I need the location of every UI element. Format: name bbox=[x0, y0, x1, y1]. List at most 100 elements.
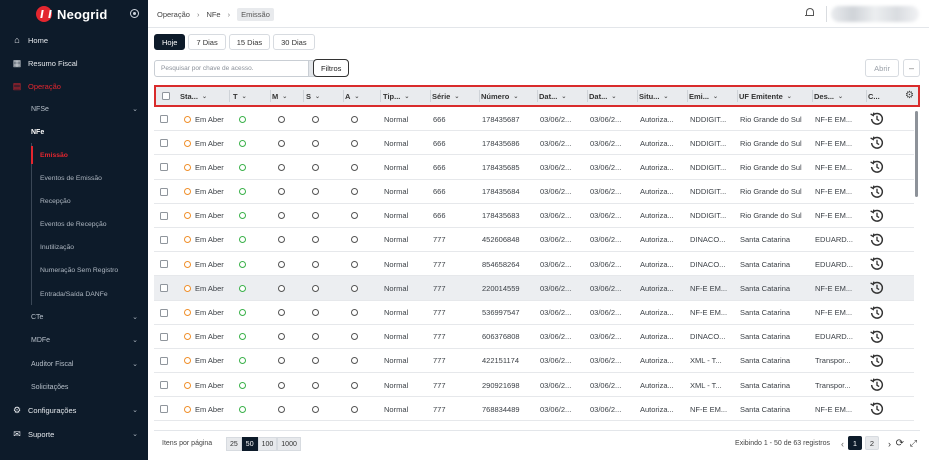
table-row[interactable]: Em Aber Normal 777 606376808 03/06/2... 03/06… bbox=[154, 324, 920, 349]
table-row[interactable]: Em Aber Normal 666 178435685 03/06/2... 03/06… bbox=[154, 155, 920, 180]
chevron-down-icon[interactable]: ⌄ bbox=[315, 93, 320, 100]
column-header-uf-emitente[interactable]: UF Emitente ⌄ bbox=[739, 87, 813, 105]
sidebar-item-nfse[interactable]: NFSe ⌄ bbox=[0, 99, 148, 119]
column-header-situacao[interactable]: Situ... ⌄ bbox=[639, 87, 688, 105]
row-checkbox[interactable] bbox=[160, 276, 174, 300]
column-header-numero[interactable]: Número ⌄ bbox=[481, 87, 538, 105]
history-icon[interactable] bbox=[869, 276, 885, 300]
chevron-down-icon[interactable]: ⌄ bbox=[713, 93, 718, 100]
tab-30-dias[interactable]: 30 Dias bbox=[273, 34, 315, 50]
column-header-tipo-doc[interactable]: T ⌄ bbox=[233, 87, 271, 105]
chevron-down-icon[interactable]: ⌄ bbox=[454, 93, 459, 100]
scrollbar[interactable] bbox=[914, 107, 920, 430]
sidebar-item-resumo-fiscal[interactable]: ▦ Resumo Fiscal bbox=[0, 53, 148, 73]
chevron-down-icon[interactable]: ⌄ bbox=[404, 93, 409, 100]
history-icon[interactable] bbox=[869, 228, 885, 252]
minus-button[interactable]: – bbox=[903, 59, 920, 77]
row-checkbox[interactable] bbox=[160, 228, 174, 252]
chevron-down-icon[interactable]: ⌄ bbox=[354, 93, 359, 100]
page-size-25[interactable]: 25 bbox=[226, 437, 242, 451]
column-header-data-autorizacao[interactable]: Dat... ⌄ bbox=[589, 87, 638, 105]
chevron-down-icon[interactable]: ⌄ bbox=[561, 93, 566, 100]
tab-7-dias[interactable]: 7 Dias bbox=[188, 34, 226, 50]
sidebar-item-eventos-recepcao[interactable]: Eventos de Recepção bbox=[0, 214, 148, 234]
chevron-down-icon[interactable]: ⌄ bbox=[282, 93, 287, 100]
user-menu[interactable] bbox=[831, 6, 919, 22]
history-icon[interactable] bbox=[869, 397, 885, 421]
history-icon[interactable] bbox=[869, 349, 885, 373]
sidebar-item-emissao[interactable]: Emissão bbox=[0, 145, 148, 165]
chevron-down-icon[interactable]: ⌄ bbox=[787, 93, 792, 100]
table-row[interactable]: Em Aber Normal 666 178435684 03/06/2... 03/06… bbox=[154, 179, 920, 204]
pin-sidebar-icon[interactable] bbox=[130, 9, 139, 18]
chevron-down-icon[interactable]: ⌄ bbox=[611, 93, 616, 100]
history-icon[interactable] bbox=[869, 373, 885, 397]
history-icon[interactable] bbox=[869, 131, 885, 155]
column-header-data-emissao[interactable]: Dat... ⌄ bbox=[539, 87, 588, 105]
table-row[interactable]: Em Aber Normal 666 178435686 03/06/2... 03/06… bbox=[154, 131, 920, 156]
sidebar-item-solicitacoes[interactable]: Solicitações bbox=[0, 377, 148, 397]
row-checkbox[interactable] bbox=[160, 155, 174, 179]
table-row[interactable]: Em Aber Normal 666 178435683 03/06/2... 03/06… bbox=[154, 203, 920, 228]
row-checkbox[interactable] bbox=[160, 301, 174, 325]
row-checkbox[interactable] bbox=[160, 252, 174, 276]
chevron-down-icon[interactable]: ⌄ bbox=[242, 93, 247, 100]
page-size-1000[interactable]: 1000 bbox=[277, 437, 301, 451]
tab-hoje[interactable]: Hoje bbox=[154, 34, 186, 50]
gear-icon[interactable]: ⚙ bbox=[905, 90, 914, 101]
sidebar-item-inutilizacao[interactable]: Inutilização bbox=[0, 237, 148, 257]
sidebar-item-suporte[interactable]: ✉ Suporte ⌄ bbox=[0, 424, 148, 444]
history-icon[interactable] bbox=[869, 252, 885, 276]
row-checkbox[interactable] bbox=[160, 373, 174, 397]
sidebar-item-recepcao[interactable]: Recepção bbox=[0, 191, 148, 211]
table-row[interactable]: Em Aber Normal 777 854658264 03/06/2... 03/06… bbox=[154, 252, 920, 277]
history-icon[interactable] bbox=[869, 325, 885, 349]
open-button[interactable]: Abrir bbox=[865, 59, 899, 77]
sidebar-item-operacao[interactable]: ▤ Operação bbox=[0, 76, 148, 96]
bell-icon[interactable] bbox=[805, 8, 815, 19]
page-size-50[interactable]: 50 bbox=[241, 437, 258, 451]
history-icon[interactable] bbox=[869, 204, 885, 228]
page-1-button[interactable]: 1 bbox=[848, 436, 862, 450]
search-input[interactable]: Pesquisar por chave de acesso. bbox=[154, 60, 309, 77]
table-row[interactable]: Em Aber Normal 777 768834489 03/06/2... 03/06… bbox=[154, 397, 920, 422]
table-row[interactable]: Em Aber Normal 777 452606848 03/06/2... 03/06… bbox=[154, 227, 920, 253]
chevron-down-icon[interactable]: ⌄ bbox=[838, 93, 843, 100]
row-checkbox[interactable] bbox=[160, 131, 174, 155]
breadcrumb-nfe[interactable]: NFe bbox=[206, 10, 220, 19]
table-row[interactable]: Em Aber Normal 777 220014559 03/06/2... 03/06… bbox=[154, 276, 920, 301]
sidebar-item-cte[interactable]: CTe ⌄ bbox=[0, 307, 148, 327]
chevron-down-icon[interactable]: ⌄ bbox=[513, 93, 518, 100]
page-size-100[interactable]: 100 bbox=[257, 437, 278, 451]
sidebar-item-auditor-fiscal[interactable]: Auditor Fiscal ⌄ bbox=[0, 354, 148, 374]
column-header-serie[interactable]: Série ⌄ bbox=[432, 87, 480, 105]
table-row[interactable]: Em Aber Normal 777 422151174 03/06/2... 03/06… bbox=[154, 348, 920, 374]
history-icon[interactable] bbox=[869, 107, 885, 131]
chevron-right-icon[interactable]: › bbox=[888, 439, 891, 449]
expand-icon[interactable]: ⤢ bbox=[910, 438, 917, 449]
row-checkbox[interactable] bbox=[160, 204, 174, 228]
chevron-down-icon[interactable]: ⌄ bbox=[202, 93, 207, 100]
row-checkbox[interactable] bbox=[160, 397, 174, 421]
sidebar-item-numeracao[interactable]: Numeração Sem Registro bbox=[0, 260, 148, 280]
column-header-c[interactable]: C... bbox=[868, 87, 888, 105]
row-checkbox[interactable] bbox=[160, 325, 174, 349]
breadcrumb-operacao[interactable]: Operação bbox=[157, 10, 190, 19]
table-row[interactable]: Em Aber Normal 777 536997547 03/06/2... 03/06… bbox=[154, 300, 920, 325]
refresh-icon[interactable]: ⟳ bbox=[896, 438, 904, 449]
chevron-down-icon[interactable]: ⌄ bbox=[663, 93, 668, 100]
row-checkbox[interactable] bbox=[160, 349, 174, 373]
chevron-left-icon[interactable]: ‹ bbox=[841, 439, 844, 449]
column-header-status[interactable]: Sta... ⌄ bbox=[180, 87, 230, 105]
sidebar-item-home[interactable]: ⌂ Home bbox=[0, 30, 148, 50]
history-icon[interactable] bbox=[869, 155, 885, 179]
column-header-a[interactable]: A ⌄ bbox=[345, 87, 381, 105]
filters-button[interactable]: Filtros bbox=[313, 59, 350, 77]
table-row[interactable]: Em Aber Normal 666 178435687 03/06/2... 03/06… bbox=[154, 107, 920, 132]
table-row[interactable]: Em Aber Normal 777 290921698 03/06/2... 03/06… bbox=[154, 373, 920, 398]
column-header-s[interactable]: S ⌄ bbox=[306, 87, 344, 105]
column-header-destinatario[interactable]: Des... ⌄ bbox=[814, 87, 867, 105]
sidebar-item-configuracoes[interactable]: ⚙ Configurações ⌄ bbox=[0, 400, 148, 420]
column-header-tipo[interactable]: Tip... ⌄ bbox=[383, 87, 431, 105]
sidebar-item-mdfe[interactable]: MDFe ⌄ bbox=[0, 330, 148, 350]
